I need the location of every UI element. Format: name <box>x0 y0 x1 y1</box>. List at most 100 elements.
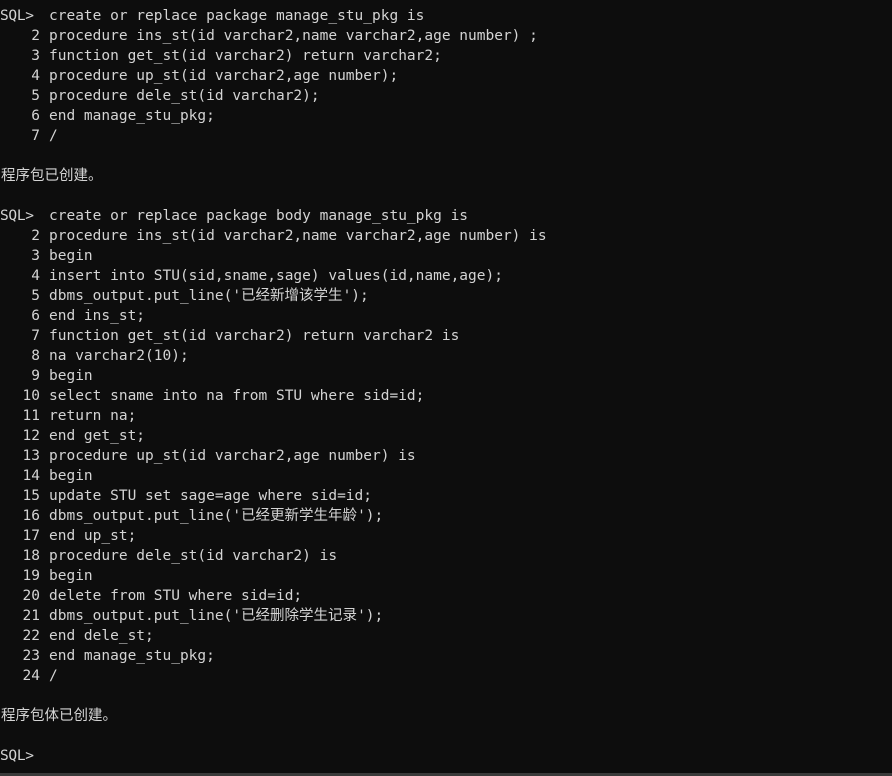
terminal-continuation-line: 3 begin <box>0 246 892 266</box>
terminal-line-text: procedure ins_st(id varchar2,name varcha… <box>49 28 538 44</box>
terminal-line-text: procedure dele_st(id varchar2); <box>49 88 320 104</box>
terminal-continuation-line: 18 procedure dele_st(id varchar2) is <box>0 546 892 566</box>
terminal-line-text: begin <box>49 468 93 484</box>
terminal-continuation-line: 6 end ins_st; <box>0 306 892 326</box>
status-message-text: 程序包已创建。 <box>1 168 103 184</box>
terminal-line-text: dbms_output.put_line('已经删除学生记录'); <box>49 608 384 624</box>
terminal-continuation-line: 24 / <box>0 666 892 686</box>
terminal-continuation-line: 2 procedure ins_st(id varchar2,name varch… <box>0 226 892 246</box>
line-number: 3 <box>31 48 40 64</box>
terminal-continuation-line: 8 na varchar2(10); <box>0 346 892 366</box>
terminal-continuation-line: 3 function get_st(id varchar2) return var… <box>0 46 892 66</box>
terminal-line-text: select sname into na from STU where sid=… <box>49 388 425 404</box>
terminal-continuation-line: 20 delete from STU where sid=id; <box>0 586 892 606</box>
terminal-line-text: na varchar2(10); <box>49 348 189 364</box>
terminal-line-text: procedure up_st(id varchar2,age number) … <box>49 448 416 464</box>
line-number: 8 <box>31 348 40 364</box>
terminal-line-text: end get_st; <box>49 428 146 444</box>
line-number: 15 <box>22 488 40 504</box>
terminal-continuation-line: 22 end dele_st; <box>0 626 892 646</box>
terminal-continuation-line: 2 procedure ins_st(id varchar2,name varch… <box>0 26 892 46</box>
terminal-continuation-line: 7 function get_st(id varchar2) return var… <box>0 326 892 346</box>
terminal-line-text: begin <box>49 368 93 384</box>
line-number: 13 <box>22 448 40 464</box>
sql-prompt: SQL> <box>0 208 34 224</box>
terminal-continuation-line: 10 select sname into na from STU where si… <box>0 386 892 406</box>
terminal-continuation-line: 15 update STU set sage=age where sid=id; <box>0 486 892 506</box>
terminal-command-line: SQL> create or replace package body manag… <box>0 206 892 226</box>
sql-prompt: SQL> <box>0 748 34 764</box>
terminal-line-text: create or replace package manage_stu_pkg… <box>49 8 425 24</box>
terminal-line-text: update STU set sage=age where sid=id; <box>49 488 373 504</box>
line-number: 11 <box>22 408 40 424</box>
line-number: 23 <box>22 648 40 664</box>
terminal-line-text: insert into STU(sid,sname,sage) values(i… <box>49 268 503 284</box>
terminal-status-message: 程序包体已创建。 <box>0 706 892 726</box>
line-number: 12 <box>22 428 40 444</box>
terminal-line-text: end manage_stu_pkg; <box>49 648 215 664</box>
terminal-continuation-line: 21 dbms_output.put_line('已经删除学生记录'); <box>0 606 892 626</box>
terminal-window[interactable]: SQL> create or replace package manage_stu… <box>0 0 892 776</box>
line-number: 14 <box>22 468 40 484</box>
terminal-continuation-line: 4 procedure up_st(id varchar2,age number)… <box>0 66 892 86</box>
terminal-continuation-line: 16 dbms_output.put_line('已经更新学生年龄'); <box>0 506 892 526</box>
terminal-line-text: function get_st(id varchar2) return varc… <box>49 48 442 64</box>
terminal-continuation-line: 23 end manage_stu_pkg; <box>0 646 892 666</box>
line-number: 17 <box>22 528 40 544</box>
line-number: 21 <box>22 608 40 624</box>
terminal-screen[interactable]: SQL> create or replace package manage_stu… <box>0 0 892 776</box>
terminal-command-line: SQL> <box>0 746 892 766</box>
terminal-line-text: delete from STU where sid=id; <box>49 588 303 604</box>
terminal-continuation-line: 14 begin <box>0 466 892 486</box>
line-number: 5 <box>31 288 40 304</box>
terminal-line-text: / <box>49 668 58 684</box>
terminal-continuation-line: 7/ <box>0 126 892 146</box>
line-number: 2 <box>31 228 40 244</box>
terminal-line-text: begin <box>49 248 93 264</box>
terminal-continuation-line: 9 begin <box>0 366 892 386</box>
terminal-line-text: procedure up_st(id varchar2,age number); <box>49 68 399 84</box>
terminal-line-text: procedure dele_st(id varchar2) is <box>49 548 338 564</box>
terminal-continuation-line: 5 dbms_output.put_line('已经新增该学生'); <box>0 286 892 306</box>
terminal-line-text: create or replace package body manage_st… <box>49 208 469 224</box>
line-number: 4 <box>31 268 40 284</box>
line-number: 10 <box>22 388 40 404</box>
terminal-line-text: function get_st(id varchar2) return varc… <box>49 328 460 344</box>
terminal-line-text: dbms_output.put_line('已经更新学生年龄'); <box>49 508 384 524</box>
terminal-command-line: SQL> create or replace package manage_stu… <box>0 6 892 26</box>
line-number: 9 <box>31 368 40 384</box>
sql-prompt: SQL> <box>0 8 34 24</box>
line-number: 7 <box>31 328 40 344</box>
terminal-line-text: / <box>49 128 58 144</box>
line-number: 20 <box>22 588 40 604</box>
line-number: 16 <box>22 508 40 524</box>
terminal-line-text: begin <box>49 568 93 584</box>
line-number: 18 <box>22 548 40 564</box>
line-number: 4 <box>31 68 40 84</box>
terminal-line-text: end dele_st; <box>49 628 154 644</box>
line-number: 3 <box>31 248 40 264</box>
line-number: 19 <box>22 568 40 584</box>
terminal-continuation-line: 13 procedure up_st(id varchar2,age number… <box>0 446 892 466</box>
terminal-line-text: end up_st; <box>49 528 137 544</box>
terminal-continuation-line: 19 begin <box>0 566 892 586</box>
terminal-continuation-line: 17 end up_st; <box>0 526 892 546</box>
terminal-continuation-line: 4 insert into STU(sid,sname,sage) values(… <box>0 266 892 286</box>
terminal-status-message: 程序包已创建。 <box>0 166 892 186</box>
line-number: 7 <box>31 128 40 144</box>
terminal-continuation-line: 12 end get_st; <box>0 426 892 446</box>
terminal-line-text: end manage_stu_pkg; <box>49 108 215 124</box>
line-number: 5 <box>31 88 40 104</box>
line-number: 6 <box>31 308 40 324</box>
terminal-line-text: end ins_st; <box>49 308 146 324</box>
terminal-continuation-line: 6 end manage_stu_pkg; <box>0 106 892 126</box>
line-number: 2 <box>31 28 40 44</box>
line-number: 22 <box>22 628 40 644</box>
terminal-line-text: procedure ins_st(id varchar2,name varcha… <box>49 228 547 244</box>
terminal-continuation-line: 5 procedure dele_st(id varchar2); <box>0 86 892 106</box>
terminal-line-text: return na; <box>49 408 137 424</box>
